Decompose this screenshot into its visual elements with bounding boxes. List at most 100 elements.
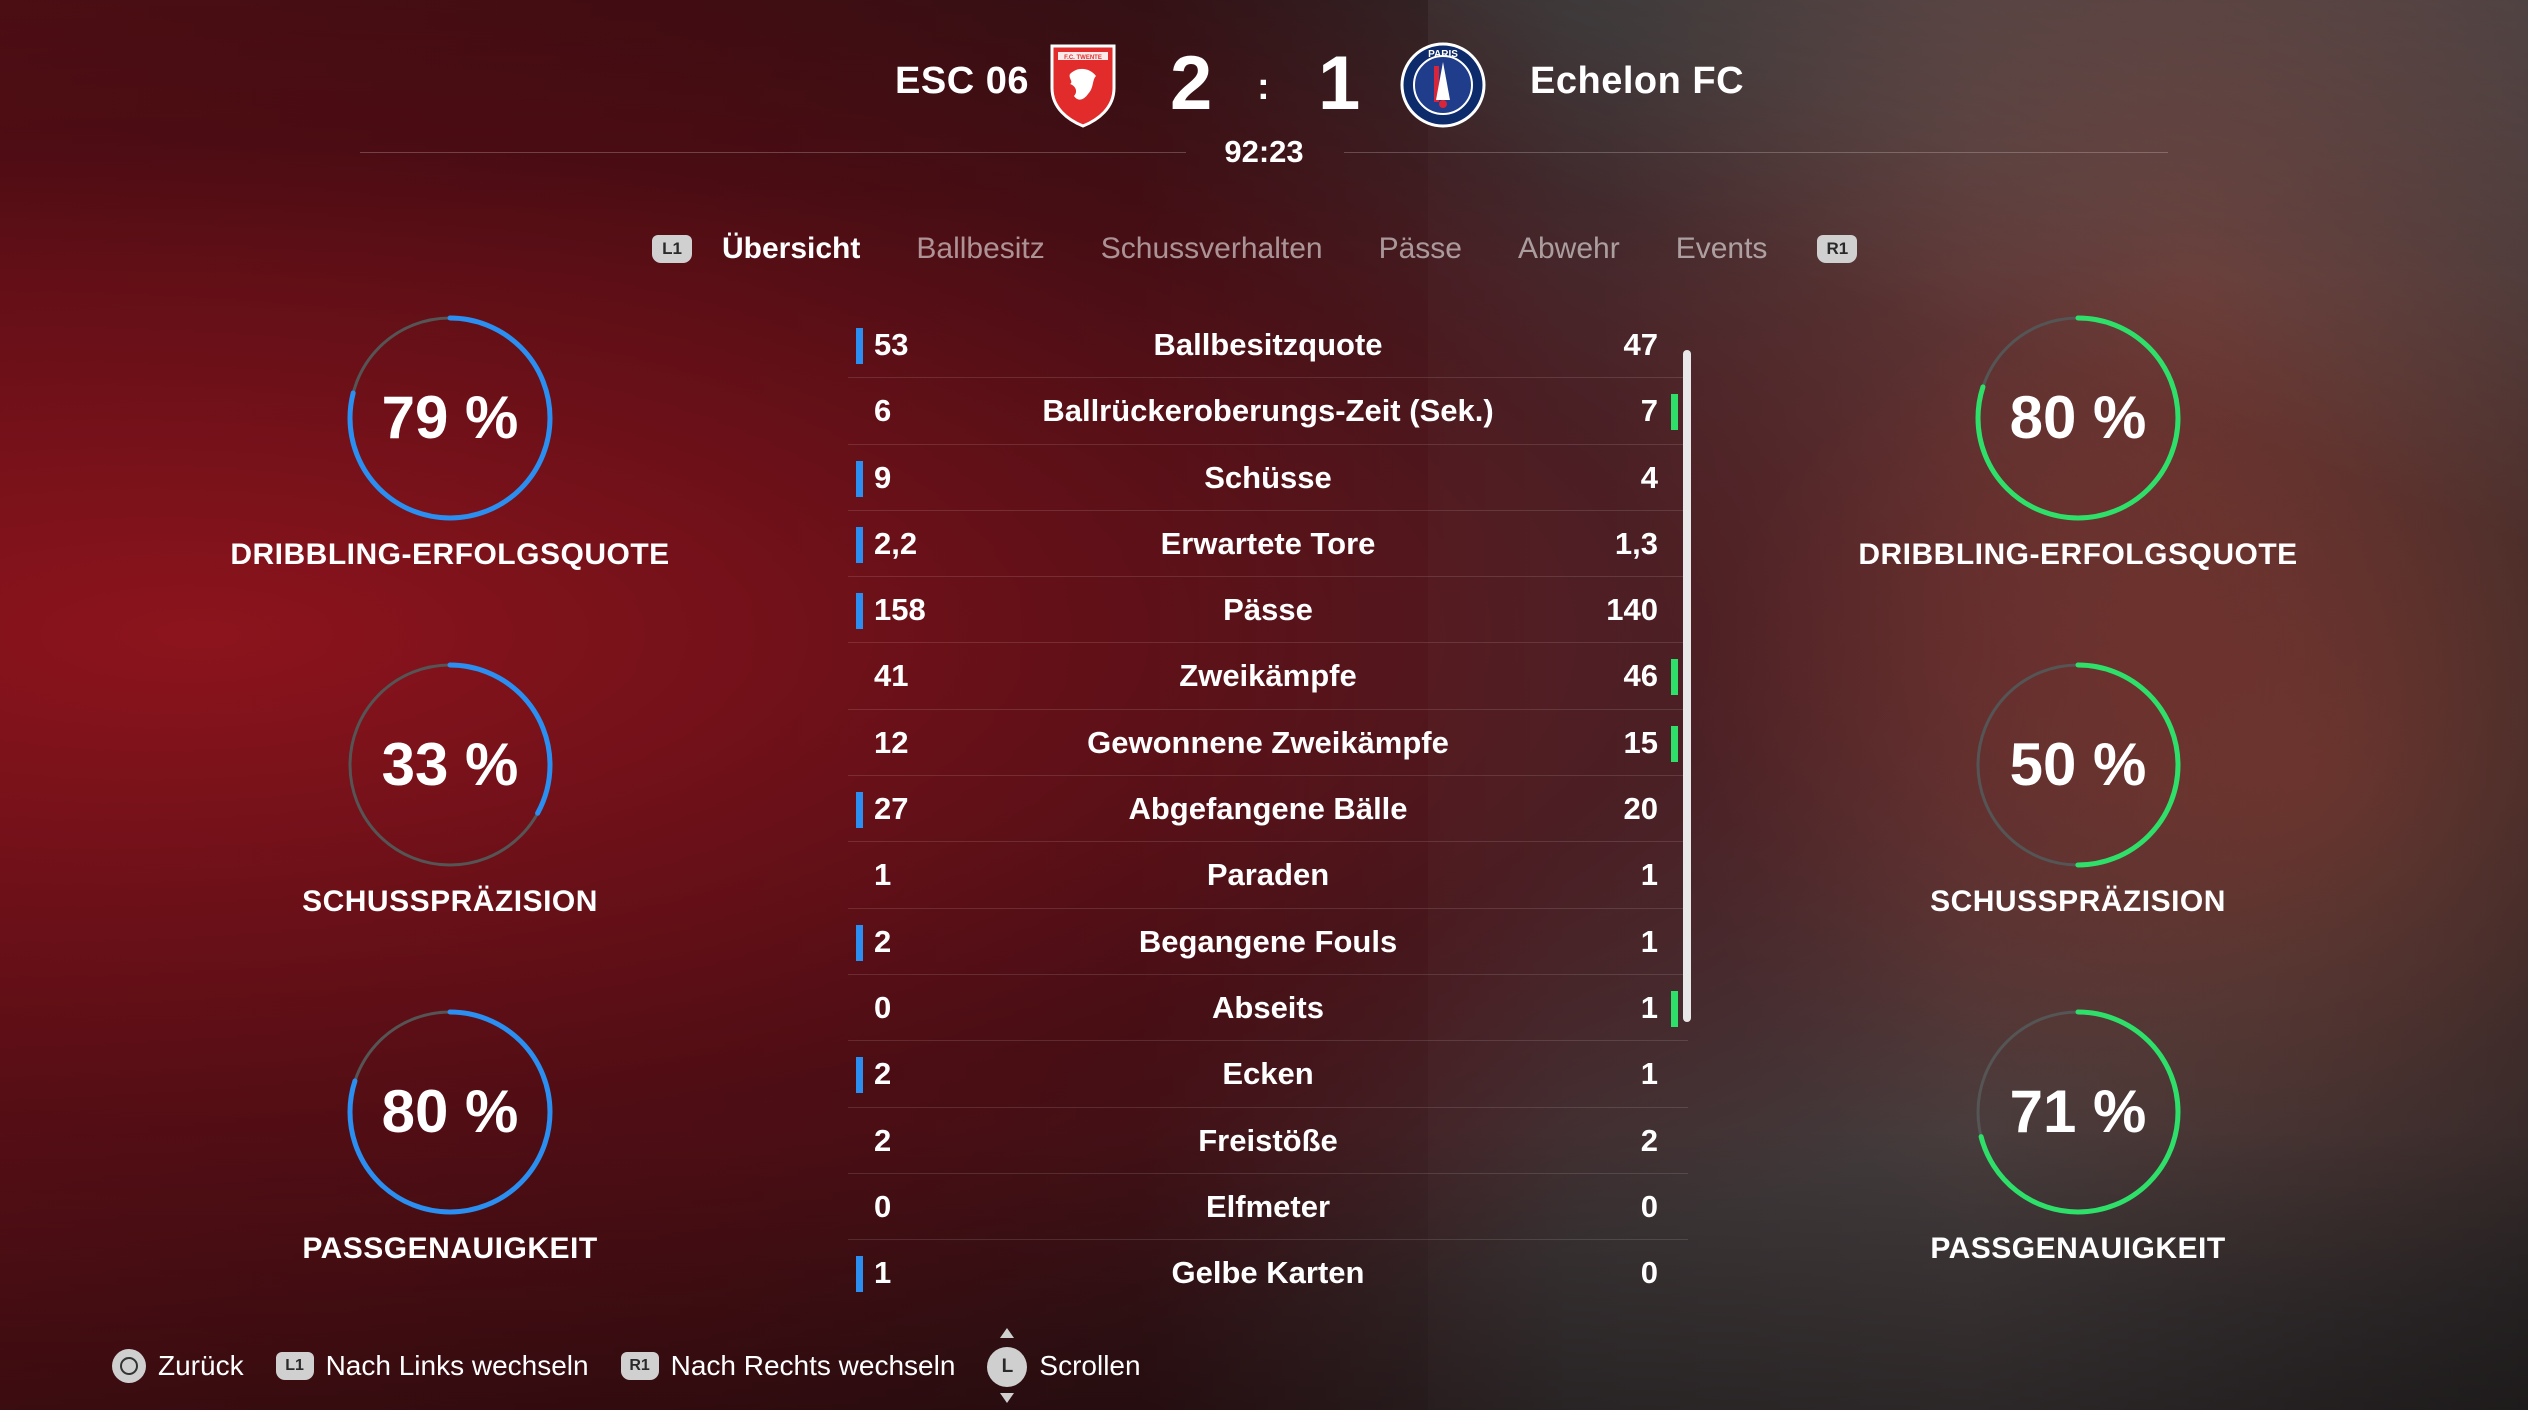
away-stat-value: 0 — [1640, 1255, 1658, 1291]
switch-left-label: Nach Links wechseln — [325, 1350, 589, 1381]
home-stat-value: 2 — [874, 923, 892, 959]
stat-name: Gewonnene Zweikämpfe — [1087, 724, 1449, 760]
stat-name: Gelbe Karten — [1171, 1255, 1365, 1291]
home-leader-bar — [856, 328, 863, 364]
l1-button-icon[interactable]: L1 — [652, 235, 692, 263]
home-dribbling-value: 79 % — [381, 384, 519, 451]
back-label: Zurück — [158, 1350, 244, 1381]
home-stat-value: 53 — [874, 327, 909, 362]
switch-left-hint[interactable]: L1 Nach Links wechseln — [275, 1350, 589, 1382]
away-leader-bar — [1671, 394, 1678, 431]
away-score: 1 — [1318, 41, 1361, 126]
away-pass-accuracy-label: PASSGENAUIGKEIT — [1930, 1232, 2226, 1265]
stat-row: 2 Begangene Fouls 1 — [848, 909, 1688, 975]
tab-paesse[interactable]: Pässe — [1379, 232, 1462, 266]
svg-text:F.C. TWENTE: F.C. TWENTE — [1064, 55, 1102, 61]
stat-row: 2 Ecken 1 — [848, 1041, 1688, 1108]
stat-row: 53 Ballbesitzquote 47 — [848, 312, 1688, 379]
home-leader-bar — [856, 1057, 863, 1094]
stats-tab-bar: L1 Übersicht Ballbesitz Schussverhalten … — [652, 226, 1858, 272]
tab-events[interactable]: Events — [1676, 232, 1768, 266]
away-stat-value: 1 — [1640, 989, 1658, 1025]
stat-name: Freistöße — [1198, 1122, 1338, 1158]
away-stat-value: 1 — [1640, 923, 1658, 959]
stat-row: 0 Elfmeter 0 — [848, 1174, 1688, 1241]
away-team-name: Echelon FC — [1530, 60, 1745, 102]
home-shot-accuracy-label: SCHUSSPRÄZISION — [302, 885, 598, 918]
switch-right-hint[interactable]: R1 Nach Rechts wechseln — [620, 1350, 955, 1382]
away-shot-accuracy-value: 50 % — [2009, 731, 2147, 798]
stat-row: 2 Freistöße 2 — [848, 1108, 1688, 1174]
svg-text:PARIS: PARIS — [1428, 49, 1458, 60]
home-leader-bar — [856, 593, 863, 630]
away-stat-value: 7 — [1640, 393, 1658, 429]
tab-schussverhalten[interactable]: Schussverhalten — [1101, 232, 1323, 266]
away-stat-value: 0 — [1640, 1188, 1658, 1224]
stat-row: 12 Gewonnene Zweikämpfe 15 — [848, 710, 1688, 777]
stats-scrollbar[interactable] — [1683, 350, 1691, 1022]
stat-name: Abgefangene Bälle — [1128, 791, 1408, 827]
stat-row: 41 Zweikämpfe 46 — [848, 643, 1688, 710]
arrow-up-icon — [1000, 1328, 1015, 1338]
stat-row: 27 Abgefangene Bälle 20 — [848, 776, 1688, 843]
home-stat-value: 27 — [874, 791, 909, 827]
l1-button-icon: L1 — [275, 1352, 314, 1380]
away-dribbling-label: DRIBBLING-ERFOLGSQUOTE — [1858, 538, 2298, 571]
stat-name: Ballbesitzquote — [1153, 327, 1383, 362]
stat-name: Pässe — [1223, 592, 1313, 628]
stat-name: Elfmeter — [1205, 1188, 1331, 1224]
stat-row: 1 Paraden 1 — [848, 842, 1688, 909]
away-pass-accuracy-value: 71 % — [2009, 1078, 2147, 1145]
tab-ballbesitz[interactable]: Ballbesitz — [916, 232, 1044, 266]
stat-row: 2,2 Erwartete Tore 1,3 — [848, 511, 1688, 578]
away-stat-value: 46 — [1623, 658, 1658, 694]
stats-table[interactable]: 53 Ballbesitzquote 47 6 Ballrückeroberungs-Z… — [848, 312, 1688, 1305]
away-pass-accuracy-gauge: 71 % — [1973, 1007, 2183, 1217]
home-team-crest-icon: F.C. TWENTE — [1038, 40, 1128, 130]
scroll-hint[interactable]: L Scrollen — [987, 1328, 1141, 1403]
away-stat-value: 20 — [1623, 791, 1658, 827]
away-stat-value: 140 — [1606, 592, 1658, 628]
tab-uebersicht[interactable]: Übersicht — [722, 232, 860, 266]
button-hints-footer: Zurück L1 Nach Links wechseln R1 Nach Re… — [112, 1328, 1173, 1403]
home-team-name: ESC 06 — [895, 60, 1029, 102]
home-stat-value: 9 — [874, 459, 892, 495]
stat-name: Ballrückeroberungs-Zeit (Sek.) — [1042, 393, 1494, 429]
back-hint[interactable]: Zurück — [112, 1349, 244, 1383]
r1-button-icon[interactable]: R1 — [1817, 235, 1858, 263]
home-pass-accuracy-gauge: 80 % — [345, 1007, 555, 1217]
home-pass-accuracy-label: PASSGENAUIGKEIT — [302, 1232, 598, 1265]
stat-name: Begangene Fouls — [1138, 923, 1398, 959]
home-shot-accuracy-value: 33 % — [381, 731, 519, 798]
away-stat-value: 15 — [1623, 724, 1658, 760]
away-leader-bar — [1671, 659, 1678, 696]
away-stat-value: 2 — [1640, 1122, 1658, 1158]
left-stick-icon: L — [987, 1328, 1028, 1403]
home-stat-value: 0 — [874, 989, 892, 1025]
away-team-crest-icon: PARIS — [1398, 40, 1488, 130]
home-shot-accuracy-gauge: 33 % — [345, 660, 555, 870]
home-leader-bar — [856, 1256, 863, 1293]
away-stat-value: 1,3 — [1614, 525, 1658, 561]
home-stat-value: 0 — [874, 1188, 892, 1224]
stat-name: Ecken — [1222, 1056, 1314, 1092]
stat-row: 158 Pässe 140 — [848, 577, 1688, 644]
stat-name: Schüsse — [1204, 459, 1332, 495]
away-dribbling-value: 80 % — [2009, 384, 2147, 451]
home-stat-value: 41 — [874, 658, 909, 694]
stat-name: Abseits — [1212, 989, 1324, 1025]
tab-abwehr[interactable]: Abwehr — [1518, 232, 1620, 266]
arrow-down-icon — [1000, 1393, 1015, 1403]
stat-row: 6 Ballrückeroberungs-Zeit (Sek.) 7 — [848, 378, 1688, 445]
home-stat-value: 1 — [874, 1255, 892, 1291]
home-pass-accuracy-value: 80 % — [381, 1078, 519, 1145]
away-stat-value: 1 — [1640, 1056, 1658, 1092]
home-stat-value: 158 — [874, 592, 926, 628]
scroll-label: Scrollen — [1039, 1350, 1141, 1381]
home-stat-value: 12 — [874, 724, 909, 760]
score-separator: : — [1257, 66, 1270, 108]
home-leader-bar — [856, 792, 863, 829]
stat-name: Zweikämpfe — [1179, 658, 1357, 694]
away-leader-bar — [1671, 990, 1678, 1027]
away-stat-value: 47 — [1623, 327, 1658, 362]
